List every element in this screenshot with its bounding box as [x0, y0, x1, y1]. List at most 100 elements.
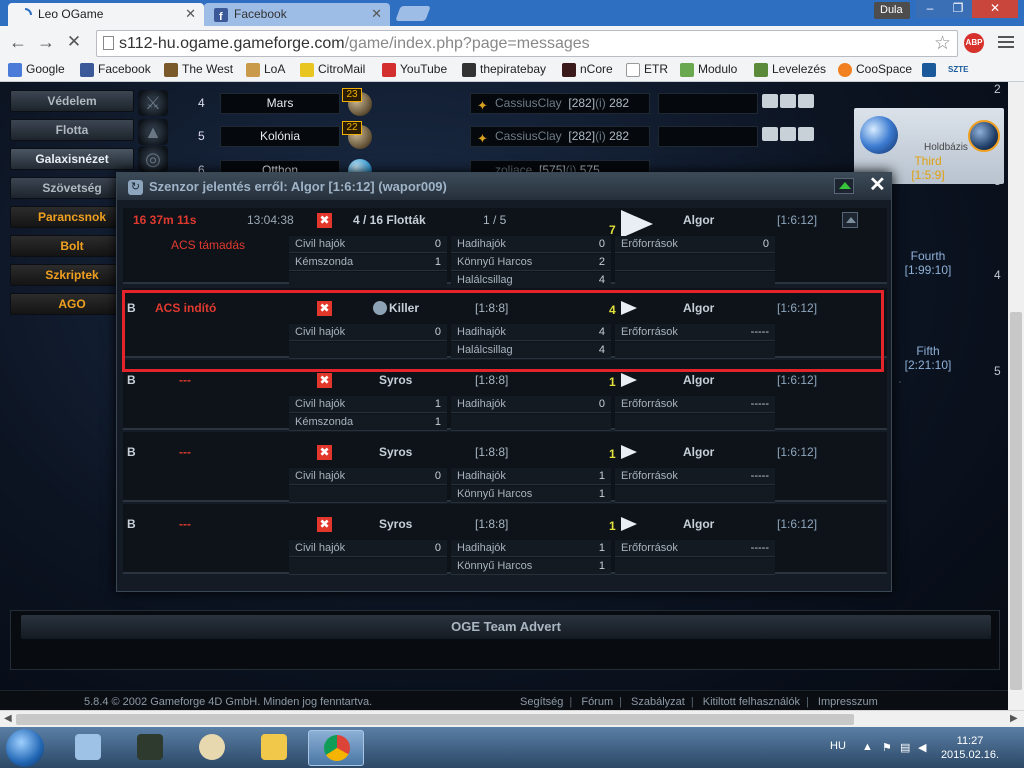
maximize-button[interactable]: ❐ [944, 0, 972, 18]
bookmark-youtube[interactable]: YouTube [382, 62, 447, 80]
close-tab-icon[interactable]: ✕ [371, 6, 382, 22]
fleet-destination-coord[interactable]: [1:6:12] [777, 213, 817, 227]
fleet-mission-type: ACS támadás [171, 238, 246, 252]
fleet-destination-coord[interactable]: [1:6:12] [777, 373, 817, 387]
bookmark-levelezes[interactable]: Levelezés [754, 62, 826, 80]
fleet-origin-coord[interactable]: [1:8:8] [475, 445, 508, 459]
fleet-origin-coord[interactable]: [1:8:8] [475, 517, 508, 531]
fleet-destination-coord[interactable]: [1:6:12] [777, 517, 817, 531]
minimize-button[interactable]: – [916, 0, 944, 18]
taskbar-item[interactable] [184, 730, 240, 766]
planet-name[interactable]: Mars [220, 93, 340, 114]
footer-link-forum[interactable]: Fórum [581, 696, 613, 708]
adblock-icon[interactable]: ABP [964, 33, 984, 53]
menu-flotta[interactable]: Flotta [10, 119, 134, 141]
network-icon[interactable]: ▤ [900, 741, 912, 754]
player-cell[interactable]: ✦ CassiusClay [282](i) 282 [470, 93, 650, 114]
bookmark-the-west[interactable]: The West [164, 62, 233, 80]
fleet-origin-coord[interactable]: 1 / 5 [483, 213, 506, 227]
menu-galaxisnezet[interactable]: Galaxisnézet [10, 148, 134, 170]
url-text[interactable]: s112-hu.ogame.gameforge.com/game/index.p… [119, 35, 590, 53]
bookmark-szte[interactable]: SZTE [948, 65, 968, 83]
fleet-origin[interactable]: Killer [389, 301, 419, 315]
fleet-destination[interactable]: Algor [683, 373, 714, 387]
fleet-origin[interactable]: Syros [379, 373, 412, 387]
loading-spinner-icon [24, 8, 32, 16]
new-tab-button[interactable] [395, 6, 431, 21]
bookmark-star-icon[interactable]: ☆ [934, 32, 951, 55]
bookmark-thepiratebay[interactable]: thepiratebay [462, 62, 546, 80]
footer-link-rules[interactable]: Szabályzat [631, 696, 685, 708]
flag-icon[interactable]: ⚑ [882, 741, 894, 754]
fleet-destination[interactable]: Algor [683, 445, 714, 459]
taskbar-item[interactable] [60, 730, 116, 766]
planet-icon[interactable] [860, 116, 898, 154]
defense-icon[interactable]: ⚔ [138, 90, 168, 116]
tray-arrow-icon[interactable]: ▲ [862, 741, 874, 753]
horizontal-scrollbar[interactable]: ◀ ▶ [0, 710, 1024, 727]
vertical-scrollbar[interactable] [1008, 82, 1024, 710]
fleet-destination[interactable]: Algor [683, 517, 714, 531]
fleet-origin[interactable]: 4 / 16 Flották [353, 213, 426, 227]
planet-name[interactable]: Kolónia [220, 126, 340, 147]
fleet-destination[interactable]: Algor [683, 213, 714, 227]
collapse-arrow-icon[interactable] [834, 178, 854, 194]
footer-link-imprint[interactable]: Impresszum [818, 696, 878, 708]
taskbar-item[interactable] [122, 730, 178, 766]
scroll-up-icon[interactable] [842, 212, 858, 228]
menu-vedelem[interactable]: Védelem [10, 90, 134, 112]
fleet-origin-coord[interactable]: [1:8:8] [475, 301, 508, 315]
taskbar-item-chrome[interactable] [308, 730, 364, 766]
bookmark-etr[interactable]: ETR [626, 62, 668, 80]
bookmark-citromail[interactable]: CitroMail [300, 62, 365, 80]
bookmark-loa[interactable]: LoA [246, 62, 285, 80]
ad-panel-title[interactable]: OGE Team Advert [21, 615, 991, 639]
bookmark-ncore[interactable]: nCore [562, 62, 613, 80]
fleet-icon[interactable]: ▲ [138, 119, 168, 145]
hostile-mission-icon[interactable]: ✖ [317, 445, 332, 460]
planet-fourth-name[interactable]: Fourth [900, 249, 956, 263]
hostile-mission-icon[interactable]: ✖ [317, 373, 332, 388]
galaxy-actions[interactable] [762, 94, 826, 112]
bookmark-facebook[interactable]: Facebook [80, 62, 151, 80]
selected-planet-icon[interactable] [968, 120, 1000, 152]
stop-icon[interactable]: ✕ [64, 33, 84, 53]
footer-link-banned[interactable]: Kitiltott felhasználók [703, 696, 800, 708]
details-row: Halálcsillag 4 [289, 342, 779, 360]
profile-badge[interactable]: Dula [874, 2, 910, 19]
language-indicator[interactable]: HU [830, 740, 846, 752]
footer-link-help[interactable]: Segítség [520, 696, 563, 708]
clock[interactable]: 11:27 2015.02.16. [938, 734, 1002, 762]
hostile-mission-icon[interactable]: ✖ [317, 213, 332, 228]
hostile-mission-icon[interactable]: ✖ [317, 301, 332, 316]
planet-fifth-name[interactable]: Fifth [906, 344, 950, 358]
fleet-destination-coord[interactable]: [1:6:12] [777, 301, 817, 315]
bookmark-arrow[interactable] [922, 62, 940, 80]
menu-icon[interactable] [998, 36, 1014, 50]
back-icon[interactable]: ← [8, 33, 28, 53]
fleet-origin-coord[interactable]: [1:8:8] [475, 373, 508, 387]
fleet-destination-coord[interactable]: [1:6:12] [777, 445, 817, 459]
close-tab-icon[interactable]: ✕ [185, 6, 196, 22]
player-cell[interactable]: ✦ CassiusClay [282](i) 282 [470, 126, 650, 147]
taskbar-item[interactable] [246, 730, 302, 766]
hostile-mission-icon[interactable]: ✖ [317, 517, 332, 532]
tab-leo-ogame[interactable]: Leo OGame ✕ [8, 3, 204, 26]
volume-icon[interactable]: ◀ [918, 741, 930, 754]
bookmark-modulo[interactable]: Modulo [680, 62, 737, 80]
fleet-destination[interactable]: Algor [683, 301, 714, 315]
bookmark-coospace[interactable]: CooSpace [838, 62, 912, 80]
planet-third-name[interactable]: Third [906, 154, 950, 168]
start-button[interactable] [6, 729, 44, 767]
fleet-origin[interactable]: Syros [379, 445, 412, 459]
bookmark-google[interactable]: Google [8, 62, 65, 80]
tab-facebook[interactable]: f Facebook ✕ [204, 3, 390, 26]
address-bar[interactable]: s112-hu.ogame.gameforge.com/game/index.p… [96, 30, 958, 57]
galaxy-icon[interactable]: ◎ [138, 146, 168, 172]
close-icon[interactable]: ✕ [869, 175, 886, 195]
forward-icon[interactable]: → [36, 33, 56, 53]
refresh-icon[interactable]: ↻ [128, 180, 143, 195]
galaxy-actions[interactable] [762, 127, 826, 145]
fleet-origin[interactable]: Syros [379, 517, 412, 531]
window-close-button[interactable]: ✕ [972, 0, 1018, 18]
